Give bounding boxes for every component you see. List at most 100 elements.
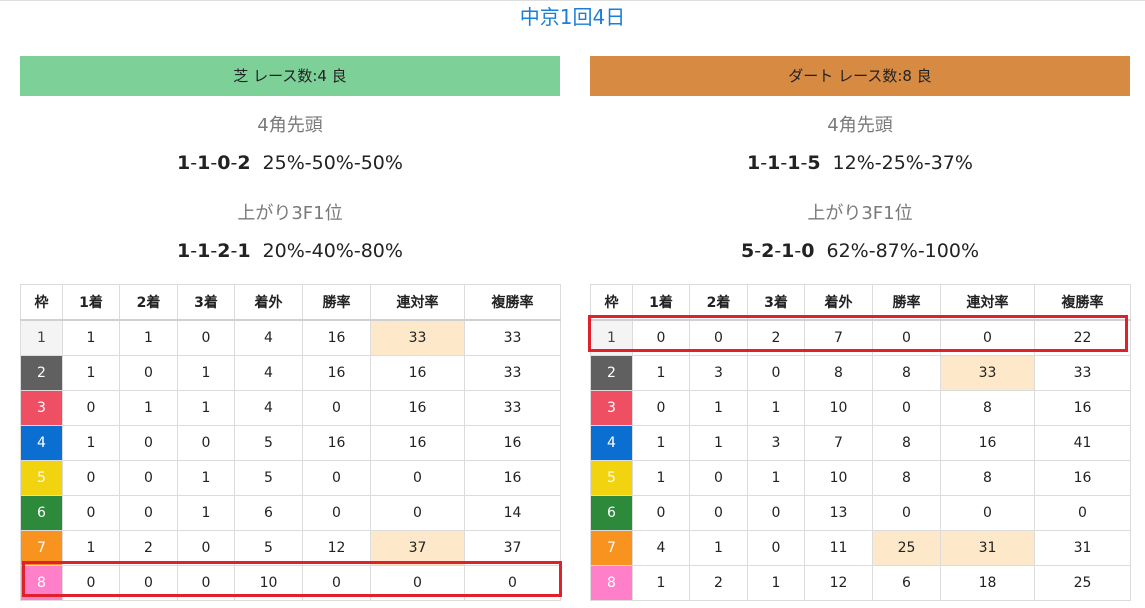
frame-number-cell: 2	[590, 355, 633, 391]
frame-number-cell: 8	[20, 565, 63, 601]
table-cell: 0	[119, 355, 178, 391]
table-cell: 0	[464, 565, 561, 601]
table-cell: 3	[689, 355, 748, 391]
table-row: 2 1 3 0 8 8 33 33	[590, 355, 1131, 391]
table-cell: 13	[804, 495, 873, 531]
table-row: 1 0 0 2 7 0 0 22	[590, 319, 1131, 356]
table-cell: 0	[1034, 495, 1131, 531]
frame-number-cell: 4	[20, 425, 63, 461]
table-cell: 0	[119, 460, 178, 496]
table-row: 1 1 1 0 4 16 33 33	[20, 319, 561, 356]
table-cell: 1	[177, 460, 235, 496]
table-cell: 3	[747, 425, 805, 461]
column-header: 連対率	[370, 284, 465, 321]
table-cell: 0	[119, 425, 178, 461]
table-cell: 0	[302, 495, 371, 531]
frame-number-cell: 1	[590, 319, 633, 356]
table-cell: 0	[177, 565, 235, 601]
table-header-row: 枠 1着 2着 3着 着外 勝率 連対率 複勝率	[20, 284, 561, 321]
table-cell: 41	[1034, 425, 1131, 461]
table-cell: 1	[62, 355, 120, 391]
frame-number-cell: 4	[590, 425, 633, 461]
column-header: 枠	[20, 284, 63, 321]
table-cell: 31	[1034, 530, 1131, 566]
table-cell: 33	[464, 355, 561, 391]
frame-number-cell: 1	[20, 319, 63, 356]
column-header: 2着	[689, 284, 748, 321]
table-row: 6 0 0 0 13 0 0 0	[590, 495, 1131, 531]
table-cell: 4	[234, 390, 303, 426]
table-cell: 0	[689, 495, 748, 531]
dirt-corner-label: 4角先頭	[827, 115, 893, 136]
table-row: 2 1 0 1 4 16 16 33	[20, 355, 561, 391]
table-cell: 4	[234, 319, 303, 356]
table-cell: 1	[689, 425, 748, 461]
table-cell: 0	[632, 495, 690, 531]
table-cell: 0	[177, 530, 235, 566]
table-cell: 1	[177, 495, 235, 531]
column-header: 複勝率	[464, 284, 561, 321]
dirt-panel: ダート レース数:8 良 4角先頭 1-1-1-5 12%-25%-37% 上がり…	[588, 56, 1131, 601]
table-cell: 16	[370, 390, 465, 426]
table-cell: 16	[302, 355, 371, 391]
table-cell: 0	[177, 319, 235, 356]
frame-number-cell: 7	[590, 530, 633, 566]
table-cell: 6	[234, 495, 303, 531]
table-row: 7 4 1 0 11 25 31 31	[590, 530, 1131, 566]
table-cell: 10	[804, 460, 873, 496]
frame-number-cell: 5	[590, 460, 633, 496]
table-cell: 25	[872, 530, 941, 566]
frame-number-cell: 8	[590, 565, 633, 601]
table-cell: 0	[370, 565, 465, 601]
turf-last3f-stats: 1-1-2-1 20%-40%-80%	[177, 240, 403, 262]
table-cell: 31	[940, 530, 1035, 566]
table-cell: 0	[872, 495, 941, 531]
column-header: 2着	[119, 284, 178, 321]
table-cell: 7	[804, 319, 873, 356]
frame-number-cell: 5	[20, 460, 63, 496]
table-cell: 7	[804, 425, 873, 461]
table-cell: 0	[302, 390, 371, 426]
table-cell: 0	[940, 495, 1035, 531]
table-cell: 16	[1034, 460, 1131, 496]
column-header: 勝率	[872, 284, 941, 321]
turf-last3f-pct: 20%-40%-80%	[262, 240, 403, 262]
table-cell: 1	[62, 425, 120, 461]
table-cell: 0	[62, 495, 120, 531]
turf-corner-stats: 1-1-0-2 25%-50%-50%	[177, 152, 403, 174]
column-header: 3着	[177, 284, 235, 321]
table-cell: 14	[464, 495, 561, 531]
table-cell: 5	[234, 530, 303, 566]
table-row: 7 1 2 0 5 12 37 37	[20, 530, 561, 566]
table-cell: 1	[177, 355, 235, 391]
table-cell: 16	[464, 425, 561, 461]
table-cell: 0	[302, 460, 371, 496]
table-row: 5 0 0 1 5 0 0 16	[20, 460, 561, 496]
table-row: 4 1 1 3 7 8 16 41	[590, 425, 1131, 461]
dirt-last3f-stats: 5-2-1-0 62%-87%-100%	[740, 240, 979, 262]
table-cell: 8	[872, 355, 941, 391]
table-cell: 0	[62, 565, 120, 601]
table-cell: 33	[464, 319, 561, 356]
column-header: 1着	[632, 284, 690, 321]
table-cell: 0	[62, 390, 120, 426]
table-cell: 0	[119, 495, 178, 531]
table-cell: 11	[804, 530, 873, 566]
frame-number-cell: 2	[20, 355, 63, 391]
table-cell: 12	[302, 530, 371, 566]
page-title[interactable]: 中京1回4日	[0, 4, 1145, 30]
table-cell: 0	[747, 530, 805, 566]
table-cell: 5	[234, 425, 303, 461]
table-cell: 12	[804, 565, 873, 601]
table-cell: 8	[804, 355, 873, 391]
table-cell: 0	[177, 425, 235, 461]
table-cell: 0	[119, 565, 178, 601]
dirt-corner-stats: 1-1-1-5 12%-25%-37%	[747, 152, 973, 174]
turf-last3f-label: 上がり3F1位	[237, 203, 343, 224]
table-row: 3 0 1 1 10 0 8 16	[590, 390, 1131, 426]
table-cell: 4	[632, 530, 690, 566]
column-header: 3着	[747, 284, 805, 321]
table-cell: 37	[370, 530, 465, 566]
column-header: 勝率	[302, 284, 371, 321]
table-cell: 22	[1034, 319, 1131, 356]
